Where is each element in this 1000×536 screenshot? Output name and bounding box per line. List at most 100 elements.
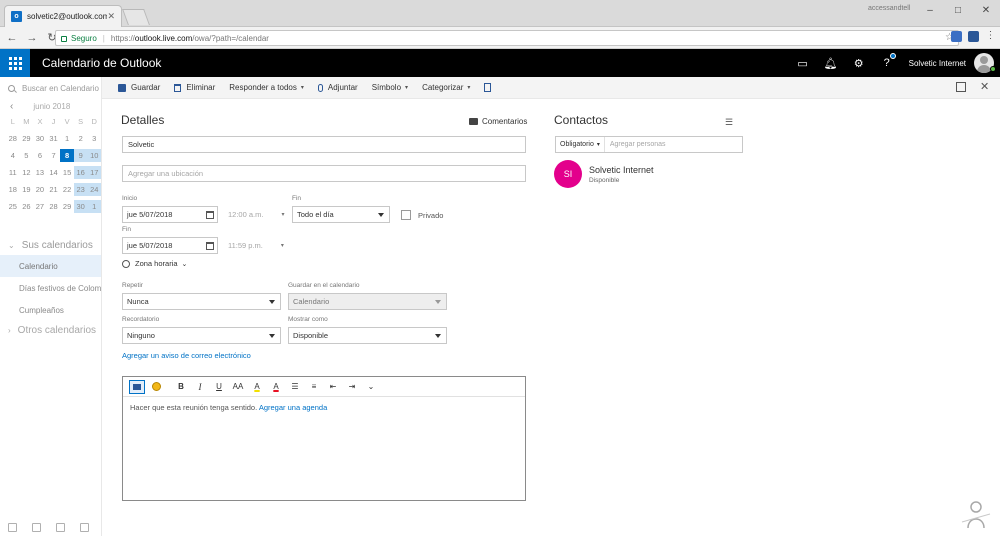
tasks-icon[interactable]: [80, 522, 89, 532]
profile-chip[interactable]: accessandtell: [868, 5, 910, 12]
italic-icon[interactable]: I: [192, 380, 208, 394]
calendar-item-calendario[interactable]: Calendario: [0, 255, 101, 277]
day-cell[interactable]: 5: [20, 149, 34, 162]
show-as-select[interactable]: Disponible: [288, 327, 447, 344]
save-button[interactable]: Guardar: [118, 83, 160, 92]
settings-gear-icon[interactable]: ⚙: [845, 49, 873, 77]
day-cell-selected[interactable]: 8: [60, 149, 74, 162]
calendar-item-birthdays[interactable]: Cumpleaños: [0, 299, 101, 321]
numbering-icon[interactable]: ≡: [306, 380, 322, 394]
day-cell[interactable]: 1: [87, 200, 102, 213]
reply-all-button[interactable]: Responder a todos ▾: [229, 83, 304, 92]
day-cell[interactable]: 26: [20, 200, 34, 213]
repeat-select[interactable]: Nunca: [122, 293, 281, 310]
editor-body[interactable]: Hacer que esta reunión tenga sentido. Ag…: [123, 397, 525, 418]
chevron-down-icon[interactable]: ▾: [301, 84, 304, 91]
bullets-icon[interactable]: ☰: [287, 380, 303, 394]
day-cell[interactable]: 21: [47, 183, 61, 196]
font-size-icon[interactable]: AA: [230, 380, 246, 394]
day-cell[interactable]: 30: [33, 132, 47, 145]
day-cell[interactable]: 2: [74, 132, 88, 145]
duration-select[interactable]: Todo el día: [292, 206, 390, 223]
day-cell[interactable]: 25: [6, 200, 20, 213]
url-input[interactable]: Seguro | https:// outlook.live.com /owa/…: [55, 30, 959, 46]
extension-icon[interactable]: [968, 31, 979, 42]
comments-button[interactable]: Comentarios: [469, 117, 527, 126]
start-date-field[interactable]: jue 5/07/2018: [122, 206, 218, 223]
private-checkbox[interactable]: Privado: [401, 210, 443, 220]
new-tab-button[interactable]: [122, 9, 150, 25]
increase-indent-icon[interactable]: ⇥: [344, 380, 360, 394]
attendee-type-select[interactable]: Obligatorio ▾: [556, 137, 605, 152]
calendar-icon[interactable]: [32, 522, 41, 532]
popout-icon[interactable]: [956, 82, 966, 92]
day-cell[interactable]: 31: [47, 132, 61, 145]
day-cell[interactable]: 28: [47, 200, 61, 213]
day-cell[interactable]: 27: [33, 200, 47, 213]
day-cell[interactable]: 29: [60, 200, 74, 213]
day-cell[interactable]: 13: [33, 166, 47, 179]
attach-button[interactable]: Adjuntar: [317, 83, 358, 92]
add-people-input[interactable]: Agregar personas: [605, 141, 666, 148]
decrease-indent-icon[interactable]: ⇤: [325, 380, 341, 394]
people-icon[interactable]: [56, 522, 65, 532]
start-time-field[interactable]: 12:00 a.m. ▾: [228, 206, 284, 223]
maximize-icon[interactable]: □: [944, 0, 972, 20]
back-icon[interactable]: ←: [4, 32, 20, 44]
end-date-field[interactable]: jue 5/07/2018: [122, 237, 218, 254]
more-options-button[interactable]: [484, 83, 496, 92]
close-window-icon[interactable]: ✕: [972, 0, 1000, 20]
day-cell[interactable]: 19: [20, 183, 34, 196]
day-cell[interactable]: 14: [47, 166, 61, 179]
day-cell[interactable]: 28: [6, 132, 20, 145]
address-book-icon[interactable]: ☰: [725, 117, 733, 128]
day-cell[interactable]: 4: [6, 149, 20, 162]
more-formatting-chevron-icon[interactable]: ⌄: [363, 380, 379, 394]
mini-calendar-month[interactable]: junio 2018: [33, 102, 70, 111]
add-agenda-link[interactable]: Agregar una agenda: [259, 403, 327, 412]
day-cell[interactable]: 9: [73, 149, 88, 162]
mail-icon[interactable]: [8, 522, 17, 532]
highlight-icon[interactable]: A: [249, 380, 265, 394]
delete-button[interactable]: Eliminar: [174, 83, 215, 92]
day-cell[interactable]: 18: [6, 183, 20, 196]
help-icon[interactable]: ?: [873, 49, 901, 77]
day-cell[interactable]: 11: [6, 166, 20, 179]
day-cell[interactable]: 15: [60, 166, 74, 179]
day-cell[interactable]: 10: [87, 149, 102, 162]
bold-icon[interactable]: B: [173, 380, 189, 394]
attendee-item[interactable]: SI Solvetic Internet Disponible: [554, 160, 654, 188]
calendar-icon[interactable]: [206, 242, 214, 250]
add-email-reminder-link[interactable]: Agregar un aviso de correo electrónico: [122, 351, 251, 360]
prev-month-icon[interactable]: ‹: [10, 101, 13, 112]
day-cell[interactable]: 16: [73, 166, 88, 179]
menu-icon[interactable]: ⋮: [985, 31, 996, 42]
app-launcher-icon[interactable]: [0, 49, 30, 77]
calendar-icon[interactable]: [206, 211, 214, 219]
day-cell[interactable]: 6: [33, 149, 47, 162]
browser-tab[interactable]: o solvetic2@outlook.com ✕: [4, 5, 122, 27]
underline-icon[interactable]: U: [211, 380, 227, 394]
checkbox-icon[interactable]: [401, 210, 411, 220]
end-time-field[interactable]: 11:59 p.m. ▾: [228, 237, 284, 254]
user-name[interactable]: Solvetic Internet: [909, 59, 966, 68]
insert-image-icon[interactable]: [129, 379, 145, 394]
close-icon[interactable]: ✕: [980, 82, 990, 93]
subject-field[interactable]: Solvetic: [122, 136, 526, 153]
app-title[interactable]: Calendario de Outlook: [42, 56, 161, 70]
reminder-select[interactable]: Ninguno: [122, 327, 281, 344]
day-cell[interactable]: 23: [73, 183, 88, 196]
forward-icon[interactable]: →: [24, 32, 40, 44]
location-field[interactable]: Agregar una ubicación: [122, 165, 526, 182]
emoji-icon[interactable]: [148, 380, 164, 394]
minimize-icon[interactable]: –: [916, 0, 944, 20]
day-cell[interactable]: 7: [47, 149, 61, 162]
extension-icon[interactable]: [951, 31, 962, 42]
timezone-button[interactable]: Zona horaria ⌄: [122, 259, 187, 268]
calendar-search[interactable]: Buscar en Calendario: [0, 77, 101, 99]
day-cell[interactable]: 24: [87, 183, 102, 196]
my-calendars-header[interactable]: ⌄ Sus calendarios: [8, 235, 101, 255]
symbol-button[interactable]: Símbolo ▾: [372, 83, 408, 92]
day-cell[interactable]: 3: [87, 132, 101, 145]
categorize-button[interactable]: Categorizar ▾: [422, 83, 470, 92]
